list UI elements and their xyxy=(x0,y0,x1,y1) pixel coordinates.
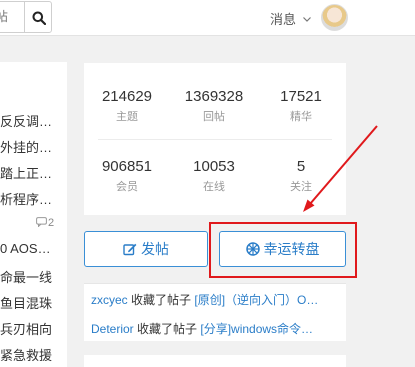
activity-feed: zxcyec 收藏了帖子 [原创]（逆向入门）O… Deterior 收藏了帖子… xyxy=(84,283,346,341)
list-item[interactable]: 外挂的… xyxy=(0,137,67,156)
activity-item[interactable]: Deterior 收藏了帖子 [分享]windows命令… xyxy=(91,320,343,337)
stat-online: 10053 在线 xyxy=(171,158,257,194)
list-item[interactable]: 踏上正… xyxy=(0,163,67,182)
avatar[interactable] xyxy=(321,4,348,31)
list-item[interactable]: 兵刃相向 xyxy=(0,319,67,338)
divider xyxy=(98,139,332,140)
stat-value: 10053 xyxy=(193,158,235,175)
list-item[interactable]: 命最一线 xyxy=(0,267,67,286)
activity-target[interactable]: [原创]（逆向入门）O… xyxy=(194,293,318,307)
stat-label: 在线 xyxy=(203,181,225,193)
stat-value: 906851 xyxy=(101,158,153,175)
messages-label: 消息 xyxy=(270,12,297,27)
stat-label: 回帖 xyxy=(203,111,225,123)
bottom-card xyxy=(84,355,346,367)
activity-action: 收藏了帖子 xyxy=(133,322,201,336)
stat-following: 5 关注 xyxy=(258,158,344,194)
stat-label: 精华 xyxy=(290,111,312,123)
activity-user[interactable]: Deterior xyxy=(91,322,134,336)
activity-action: 收藏了帖子 xyxy=(127,293,195,307)
stat-value: 17521 xyxy=(280,88,322,105)
messages-menu[interactable]: 消息 xyxy=(270,9,311,28)
stat-replies: 1369328 回帖 xyxy=(171,88,257,124)
chevron-down-icon xyxy=(302,17,311,22)
stat-value: 214629 xyxy=(101,88,153,105)
search-button[interactable] xyxy=(24,1,52,33)
activity-item[interactable]: zxcyec 收藏了帖子 [原创]（逆向入门）O… xyxy=(91,291,343,308)
top-bar: 帖 消息 xyxy=(0,0,415,36)
list-item[interactable]: 紧急救援 xyxy=(0,345,67,364)
stat-topics: 214629 主题 xyxy=(84,88,170,124)
stat-value: 5 xyxy=(296,158,306,175)
activity-target[interactable]: [分享]windows命令… xyxy=(200,322,313,336)
edit-icon xyxy=(123,243,137,256)
stat-members: 906851 会员 xyxy=(84,158,170,194)
forum-stats-card: 214629 主题 1369328 回帖 17521 精华 906851 会员 … xyxy=(84,63,346,215)
new-post-button[interactable]: 发帖 xyxy=(84,231,208,267)
search-icon xyxy=(32,11,46,25)
stat-label: 会员 xyxy=(116,181,138,193)
stat-label: 关注 xyxy=(290,181,312,193)
latest-posts-panel: 反反调… 外挂的… 踏上正… 析程序… 2 0 AOS… 命最一线 鱼目混珠 兵… xyxy=(0,62,67,367)
reply-count: 2 xyxy=(36,217,54,229)
stat-value: 1369328 xyxy=(184,88,244,105)
list-item[interactable]: 鱼目混珠 xyxy=(0,293,67,312)
list-item[interactable]: 0 AOS… xyxy=(0,241,67,256)
reply-count-value: 2 xyxy=(48,217,55,229)
activity-user[interactable]: zxcyec xyxy=(91,293,128,307)
lucky-wheel-button[interactable]: 幸运转盘 xyxy=(219,231,346,267)
stat-label: 主题 xyxy=(116,111,138,123)
wheel-icon xyxy=(245,242,260,256)
list-item[interactable]: 析程序… xyxy=(0,189,67,208)
lucky-wheel-label: 幸运转盘 xyxy=(263,241,320,257)
stat-featured: 17521 精华 xyxy=(258,88,344,124)
new-post-label: 发帖 xyxy=(141,241,169,257)
list-item[interactable]: 反反调… xyxy=(0,111,67,130)
comment-icon xyxy=(36,217,47,228)
search-input[interactable]: 帖 xyxy=(0,1,25,33)
